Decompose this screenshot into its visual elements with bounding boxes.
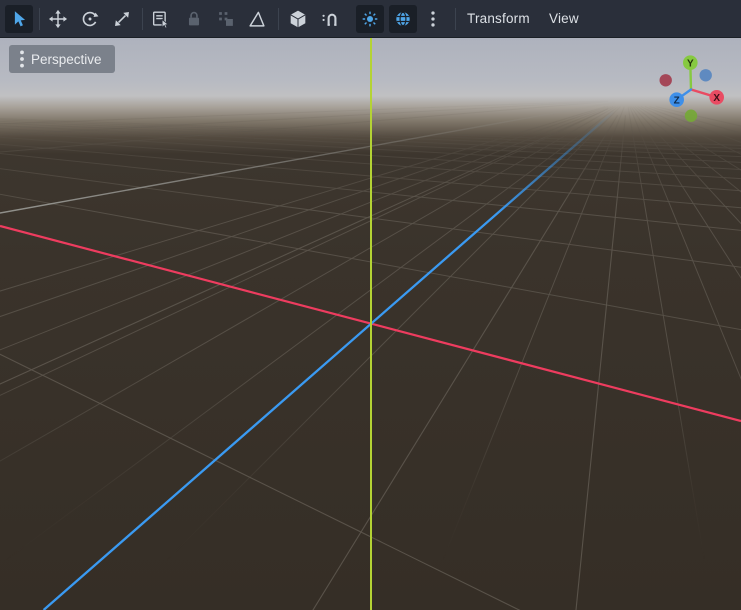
toolbar-separator <box>278 8 279 30</box>
group-node-button[interactable] <box>212 5 240 33</box>
gizmo-x-label: X <box>713 93 720 104</box>
viewport-toolbar: Transform View <box>0 0 741 38</box>
rotate-mode-button[interactable] <box>76 5 104 33</box>
ruler-mode-button[interactable] <box>243 5 271 33</box>
scale-mode-button[interactable] <box>108 5 136 33</box>
kebab-icon <box>18 49 26 69</box>
list-select-button[interactable] <box>147 5 175 33</box>
transform-menu[interactable]: Transform <box>467 0 530 38</box>
preview-sunlight-button[interactable] <box>356 5 384 33</box>
toolbar-separator <box>39 8 40 30</box>
globe-icon <box>392 8 414 30</box>
lock-icon <box>183 8 205 30</box>
preview-options-button[interactable] <box>419 5 447 33</box>
snap-toggle-button[interactable] <box>316 5 344 33</box>
ruler-icon <box>246 8 268 30</box>
toolbar-separator <box>142 8 143 30</box>
perspective-button[interactable]: Perspective <box>9 45 115 73</box>
gizmo-neg-y-ball[interactable] <box>685 110 697 122</box>
gizmo-neg-x-ball[interactable] <box>660 74 672 86</box>
viewport-3d[interactable]: Y X Z Perspective <box>0 38 741 610</box>
group-icon <box>215 8 237 30</box>
gizmo-neg-z-ball[interactable] <box>700 69 712 81</box>
move-icon <box>47 8 69 30</box>
rotate-icon <box>79 8 101 30</box>
local-space-button[interactable] <box>284 5 312 33</box>
gizmo-y-label: Y <box>687 58 694 69</box>
magnet-icon <box>319 8 341 30</box>
scale-icon <box>111 8 133 30</box>
sun-icon <box>359 8 381 30</box>
cube-icon <box>287 8 309 30</box>
list-select-icon <box>150 8 172 30</box>
gizmo-z-label: Z <box>674 95 680 106</box>
select-mode-button[interactable] <box>5 5 33 33</box>
view-menu[interactable]: View <box>549 0 579 38</box>
kebab-icon <box>422 8 444 30</box>
toolbar-separator <box>455 8 456 30</box>
perspective-label: Perspective <box>31 52 102 67</box>
lock-node-button[interactable] <box>180 5 208 33</box>
preview-environment-button[interactable] <box>389 5 417 33</box>
move-mode-button[interactable] <box>44 5 72 33</box>
scene-canvas: Y X Z <box>0 38 741 610</box>
select-icon <box>8 8 30 30</box>
